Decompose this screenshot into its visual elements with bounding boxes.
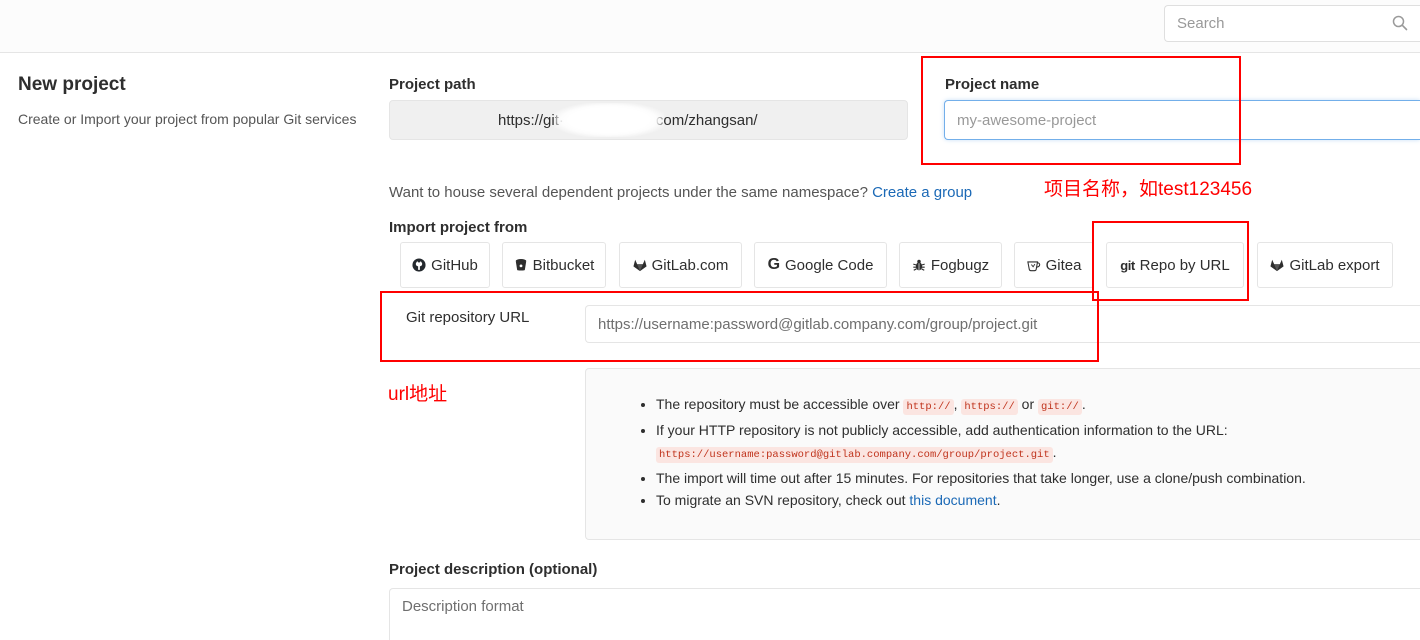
import-gitlab-com-button[interactable]: GitLab.com <box>619 242 742 288</box>
github-icon <box>412 258 426 272</box>
bitbucket-icon <box>515 259 526 271</box>
info-text: or <box>1017 396 1038 412</box>
search-icon[interactable] <box>1392 15 1408 31</box>
page-title: New project <box>18 74 126 95</box>
project-description-input[interactable] <box>389 588 1420 640</box>
group-hint-text: Want to house several dependent projects… <box>389 184 873 201</box>
import-source-label: Repo by URL <box>1139 256 1230 274</box>
import-bitbucket-button[interactable]: Bitbucket <box>502 242 606 288</box>
gitea-icon <box>1026 261 1040 272</box>
import-google-code-button[interactable]: G Google Code <box>754 242 887 288</box>
info-text: . <box>996 492 1001 508</box>
import-gitea-button[interactable]: Gitea <box>1014 242 1094 288</box>
list-item: The repository must be accessible over h… <box>656 393 1420 419</box>
google-icon: G <box>767 256 781 273</box>
redaction-blur <box>553 103 664 137</box>
this-document-link[interactable]: this document <box>909 492 996 508</box>
git-icon: git <box>1120 257 1135 273</box>
gitlab-icon <box>1270 259 1285 272</box>
code-snippet: https:// <box>961 399 1018 415</box>
annotation-url-note: url地址 <box>388 384 448 405</box>
git-url-label: Git repository URL <box>406 309 530 326</box>
import-source-label: GitLab.com <box>651 256 729 274</box>
project-name-input[interactable] <box>944 100 1420 140</box>
info-text: . <box>1081 396 1086 412</box>
fogbugz-icon <box>912 259 925 271</box>
git-url-input[interactable] <box>585 305 1420 343</box>
search-input[interactable] <box>1164 5 1420 42</box>
import-source-label: Fogbugz <box>930 256 990 274</box>
project-name-label: Project name <box>945 76 1040 93</box>
import-info-box: The repository must be accessible over h… <box>585 368 1420 540</box>
info-text: The import will time out after 15 minute… <box>656 469 1306 486</box>
import-source-label: Gitea <box>1045 256 1082 274</box>
import-fogbugz-button[interactable]: Fogbugz <box>899 242 1002 288</box>
list-item: To migrate an SVN repository, check out … <box>656 489 1420 512</box>
info-text: To migrate an SVN repository, check out <box>656 492 910 508</box>
code-snippet: http:// <box>903 399 954 415</box>
gitlab-icon <box>633 259 647 272</box>
info-text: If your HTTP repository is not publicly … <box>656 421 1228 438</box>
import-source-label: Bitbucket <box>532 256 595 274</box>
code-snippet: https://username:password@gitlab.company… <box>656 447 1053 463</box>
create-group-link[interactable]: Create a group <box>872 184 972 201</box>
code-snippet: git:// <box>1038 399 1082 415</box>
page-description: Create or Import your project from popul… <box>18 111 357 127</box>
import-source-label: GitLab export <box>1289 256 1380 274</box>
import-gitlab-export-button[interactable]: GitLab export <box>1257 242 1393 288</box>
import-repo-by-url-button[interactable]: git Repo by URL <box>1106 242 1244 288</box>
import-github-button[interactable]: GitHub <box>400 242 490 288</box>
info-text: The repository must be accessible over <box>656 396 904 412</box>
import-info-list: The repository must be accessible over h… <box>638 393 1420 512</box>
project-path-label: Project path <box>389 76 476 93</box>
info-text: . <box>1052 444 1057 460</box>
list-item: The import will time out after 15 minute… <box>656 467 1420 490</box>
import-sources: GitHub Bitbucket GitLab.com G Google Cod… <box>400 242 1393 288</box>
project-path-suffix: com/zhangsan/ <box>655 111 758 129</box>
top-bar <box>0 0 1420 53</box>
annotation-project-name-note: 项目名称，如test123456 <box>1044 179 1253 200</box>
project-path-field: https://git· com/zhangsan/ <box>389 100 908 140</box>
list-item: If your HTTP repository is not publicly … <box>656 419 1420 467</box>
import-source-label: GitHub <box>431 256 478 274</box>
group-hint: Want to house several dependent projects… <box>389 183 972 203</box>
import-source-label: Google Code <box>785 256 874 274</box>
import-project-label: Import project from <box>389 219 528 236</box>
project-description-label: Project description (optional) <box>389 561 598 578</box>
